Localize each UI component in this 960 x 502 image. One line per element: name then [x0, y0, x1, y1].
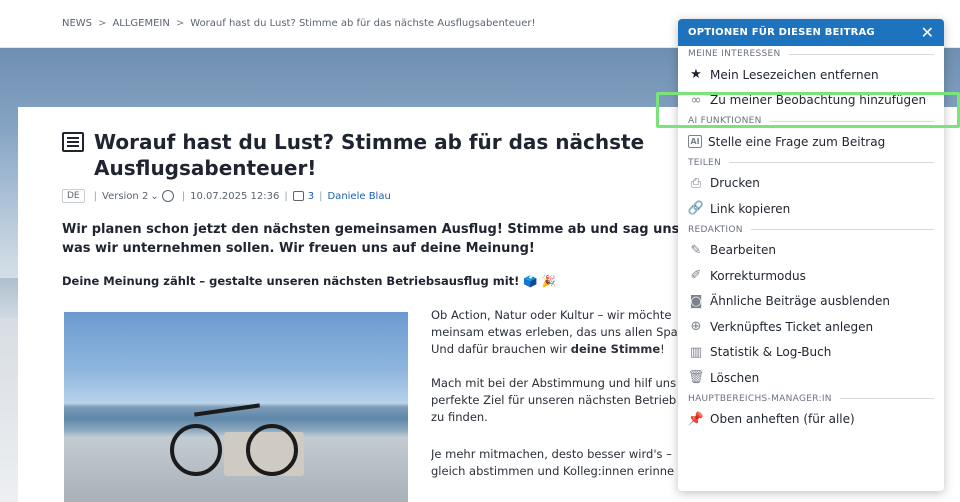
menu-item-link[interactable]: 🔗 Link kopieren: [678, 196, 944, 222]
language-badge[interactable]: DE: [62, 189, 85, 203]
add-circle-icon: ⊕: [690, 319, 702, 335]
pin-icon: 📌: [687, 411, 705, 427]
bold-phrase: deine Stimme: [570, 342, 661, 356]
author-link[interactable]: Daniele Blau: [327, 191, 390, 202]
printer-icon: ⎙: [690, 175, 702, 191]
close-icon[interactable]: ✕: [921, 24, 934, 41]
section-label: MEINE INTERESSEN: [688, 49, 781, 59]
menu-item-chart[interactable]: ▥ Statistik & Log-Buch: [678, 340, 944, 366]
menu-item-printer[interactable]: ⎙ Drucken: [678, 171, 944, 197]
article-title-row: Worauf hast du Lust? Stimme ab für das n…: [62, 129, 662, 181]
version-select[interactable]: Version 2: [102, 191, 148, 202]
news-icon: [62, 132, 84, 152]
menu-item-label: Drucken: [710, 176, 760, 191]
menu-item-label: Löschen: [710, 370, 760, 385]
hide-similar-icon: ◙: [689, 293, 703, 309]
section-label: HAUPTBEREICHS-MANAGER:IN: [688, 393, 832, 404]
options-panel-title: OPTIONEN FÜR DIESEN BEITRAG: [688, 27, 875, 38]
menu-item-pencil[interactable]: ✎ Bearbeiten: [678, 238, 944, 264]
menu-item-star-remove[interactable]: ★ Mein Lesezeichen entfernen: [678, 62, 944, 88]
bike-wheel-front: [246, 424, 298, 476]
link-icon: 🔗: [687, 201, 705, 217]
article-photo: [64, 312, 408, 502]
menu-item-trash[interactable]: 🗑 Löschen: [678, 365, 944, 391]
section-header: REDAKTION: [678, 222, 944, 238]
menu-item-label: Statistik & Log-Buch: [710, 345, 832, 360]
edit-box-icon: ✐: [690, 268, 702, 284]
menu-item-label: Korrekturmodus: [710, 268, 806, 283]
menu-item-add-circle[interactable]: ⊕ Verknüpftes Ticket anlegen: [678, 314, 944, 340]
menu-item-ai[interactable]: AI Stelle eine Frage zum Beitrag: [678, 129, 944, 155]
menu-item-label: Verknüpftes Ticket anlegen: [710, 319, 874, 334]
comment-icon[interactable]: [292, 191, 304, 201]
article-date: 10.07.2025 12:36: [190, 190, 280, 202]
trash-icon: 🗑: [687, 370, 705, 386]
highlight-box: [656, 92, 960, 128]
menu-item-edit-box[interactable]: ✐ Korrekturmodus: [678, 263, 944, 289]
chevron-right-icon: >: [175, 18, 185, 29]
section-header: MEINE INTERESSEN: [678, 46, 944, 62]
history-icon[interactable]: [161, 190, 174, 202]
menu-item-label: Ähnliche Beiträge ausblenden: [710, 294, 890, 309]
bike-frame: [194, 403, 260, 417]
chevron-right-icon: >: [98, 18, 107, 29]
article-subhead: Deine Meinung zählt – gestalte unseren n…: [62, 274, 557, 288]
menu-item-hide-similar[interactable]: ◙ Ähnliche Beiträge ausblenden: [678, 289, 944, 315]
comment-count[interactable]: 3: [308, 191, 314, 202]
section-label: TEILEN: [688, 157, 722, 168]
options-panel-header: OPTIONEN FÜR DIESEN BEITRAG ✕: [678, 19, 944, 46]
ai-icon: AI: [688, 135, 702, 149]
menu-item-label: Bearbeiten: [710, 243, 776, 258]
star-remove-icon: ★: [690, 67, 702, 83]
section-header: TEILEN: [678, 155, 944, 171]
breadcrumb-allgemein[interactable]: ALLGEMEIN: [112, 18, 169, 29]
breadcrumb-current: Worauf hast du Lust? Stimme ab für das n…: [190, 18, 536, 29]
breadcrumb: NEWS > ALLGEMEIN > Worauf hast du Lust? …: [62, 18, 535, 29]
bike-wheel-rear: [170, 424, 222, 476]
menu-item-label: Link kopieren: [710, 201, 791, 216]
section-label: REDAKTION: [688, 224, 743, 235]
paragraph-1: Ob Action, Natur oder Kultur – wir möcht…: [431, 308, 678, 356]
breadcrumb-news[interactable]: NEWS: [62, 18, 92, 29]
menu-item-label: Oben anheften (für alle): [710, 412, 855, 427]
section-header: HAUPTBEREICHS-MANAGER:IN: [678, 391, 944, 407]
article-lead: Wir planen schon jetzt den nächsten geme…: [62, 222, 685, 256]
article-title: Worauf hast du Lust? Stimme ab für das n…: [94, 130, 645, 180]
menu-item-label: Mein Lesezeichen entfernen: [710, 67, 879, 82]
article-meta: DE | Version 2 ⌄ | 10.07.2025 12:36 | 3 …: [62, 189, 391, 203]
menu-item-pin[interactable]: 📌 Oben anheften (für alle): [678, 407, 944, 433]
chart-icon: ▥: [689, 344, 703, 360]
paragraph-2: Mach mit bei der Abstimmung und hilf uns…: [431, 376, 677, 424]
chevron-down-icon[interactable]: ⌄: [150, 191, 158, 202]
paragraph-3: Je mehr mitmachen, desto besser wird's –…: [431, 447, 675, 478]
options-panel: OPTIONEN FÜR DIESEN BEITRAG ✕ MEINE INTE…: [678, 19, 944, 491]
pencil-icon: ✎: [690, 242, 702, 258]
menu-item-label: Stelle eine Frage zum Beitrag: [708, 134, 886, 149]
